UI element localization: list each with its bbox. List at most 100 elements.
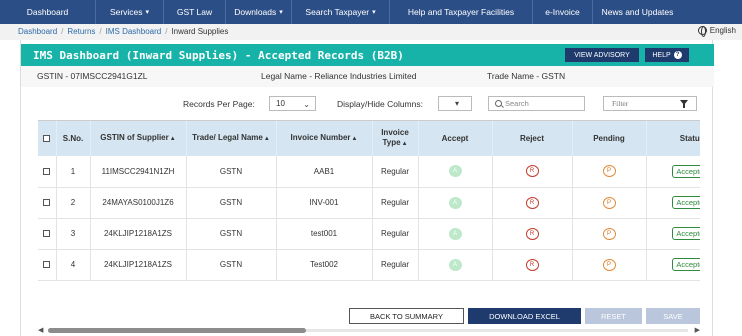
- cell-trade-name: GSTN: [186, 187, 277, 219]
- cell-pending: P: [572, 156, 647, 188]
- nav-label: Help and Taxpayer Facilities: [407, 7, 515, 17]
- cell-invoice-type: Regular: [372, 249, 419, 281]
- filter-input[interactable]: Filter: [603, 96, 697, 111]
- header-invoice-number[interactable]: Invoice Number▲: [276, 121, 373, 156]
- cell-reject: R: [492, 156, 573, 188]
- view-advisory-button[interactable]: VIEW ADVISORY: [565, 48, 639, 62]
- row-checkbox[interactable]: [43, 261, 51, 269]
- row-select-cell: [38, 218, 57, 250]
- search-input[interactable]: Search: [488, 96, 585, 111]
- cell-accept: A: [418, 156, 493, 188]
- select-all-header: [38, 121, 57, 156]
- save-button[interactable]: SAVE: [646, 308, 700, 324]
- breadcrumb-separator: /: [61, 27, 64, 36]
- search-icon: [495, 100, 502, 107]
- accept-radio[interactable]: A: [448, 258, 462, 271]
- nav-news-updates[interactable]: News and Updates: [593, 0, 682, 24]
- cell-gstin: 11IMSCC2941N1ZH: [90, 156, 187, 188]
- card-header: IMS Dashboard (Inward Supplies) - Accept…: [21, 44, 714, 66]
- reject-radio[interactable]: R: [525, 227, 539, 240]
- gstin-info: GSTIN - 07IMSCC2941G1ZL: [37, 71, 148, 81]
- accept-radio[interactable]: A: [448, 227, 462, 240]
- row-select-cell: [38, 156, 57, 188]
- pending-radio[interactable]: P: [602, 227, 616, 240]
- nav-downloads[interactable]: Downloads ▾: [226, 0, 292, 24]
- row-checkbox[interactable]: [43, 230, 51, 238]
- cell-trade-name: GSTN: [186, 249, 277, 281]
- nav-dashboard[interactable]: Dashboard: [0, 0, 96, 24]
- header-sno-label: S.No.: [62, 133, 84, 143]
- row-checkbox[interactable]: [43, 199, 51, 207]
- header-status: Status: [646, 121, 700, 156]
- records-per-page-value: 10: [276, 99, 285, 108]
- scrollbar-thumb[interactable]: [48, 328, 306, 333]
- header-gstin[interactable]: GSTIN of Supplier▲: [90, 121, 187, 156]
- pending-radio[interactable]: P: [602, 258, 616, 271]
- select-all-checkbox[interactable]: [43, 134, 51, 142]
- accept-radio[interactable]: A: [448, 165, 462, 178]
- reject-radio[interactable]: R: [525, 258, 539, 271]
- filter-icon: [680, 100, 688, 108]
- breadcrumb-dashboard[interactable]: Dashboard: [18, 27, 57, 36]
- nav-gst-law[interactable]: GST Law: [164, 0, 226, 24]
- records-table: S.No. GSTIN of Supplier▲ Trade/ Legal Na…: [38, 121, 700, 281]
- display-hide-columns-label: Display/Hide Columns:: [337, 99, 423, 109]
- cell-invoice-number: Test002: [276, 249, 373, 281]
- cell-gstin: 24MAYAS0100J1Z6: [90, 187, 187, 219]
- row-checkbox[interactable]: [43, 168, 51, 176]
- records-table-container: S.No. GSTIN of Supplier▲ Trade/ Legal Na…: [38, 120, 700, 320]
- globe-icon: [697, 26, 707, 37]
- breadcrumb-returns[interactable]: Returns: [67, 27, 95, 36]
- header-trade-name[interactable]: Trade/ Legal Name▲: [186, 121, 277, 156]
- back-to-summary-button[interactable]: BACK TO SUMMARY: [349, 308, 464, 324]
- header-invoice-label: Invoice Number: [290, 133, 351, 142]
- cell-accept: A: [418, 187, 493, 219]
- help-button[interactable]: HELP ?: [645, 48, 689, 62]
- cell-pending: P: [572, 187, 647, 219]
- cell-accept: A: [418, 249, 493, 281]
- reset-button[interactable]: RESET: [585, 308, 642, 324]
- horizontal-scrollbar[interactable]: ◀ ▶: [38, 324, 700, 336]
- scroll-right-icon[interactable]: ▶: [695, 326, 700, 334]
- nav-e-invoice[interactable]: e-Invoice: [533, 0, 593, 24]
- records-per-page-label: Records Per Page:: [183, 99, 255, 109]
- download-excel-button[interactable]: DOWNLOAD EXCEL: [468, 308, 581, 324]
- breadcrumb-ims-dashboard[interactable]: IMS Dashboard: [106, 27, 162, 36]
- scroll-left-icon[interactable]: ◀: [38, 326, 43, 334]
- status-badge: Accepted: [672, 164, 700, 178]
- nav-label: Services: [109, 7, 143, 17]
- cell-gstin: 24KLJIP1218A1ZS: [90, 218, 187, 250]
- cell-invoice-number: test001: [276, 218, 373, 250]
- cell-sno: 4: [56, 249, 91, 281]
- header-reject: Reject: [492, 121, 573, 156]
- records-per-page-select[interactable]: 10 ⌄: [269, 96, 316, 111]
- nav-services[interactable]: Services ▾: [96, 0, 164, 24]
- sort-icon: ▲: [401, 141, 408, 147]
- records-card: IMS Dashboard (Inward Supplies) - Accept…: [20, 40, 714, 336]
- pending-radio[interactable]: P: [602, 196, 616, 209]
- accept-radio[interactable]: A: [448, 196, 462, 209]
- breadcrumb-inward-supplies: Inward Supplies: [171, 27, 229, 36]
- display-hide-columns-select[interactable]: ▾: [438, 96, 472, 111]
- reject-radio[interactable]: R: [525, 165, 539, 178]
- caret-down-icon: ▾: [279, 9, 283, 16]
- nav-label: GST Law: [176, 7, 213, 17]
- cell-status: Accepted: [646, 156, 700, 188]
- reject-radio[interactable]: R: [525, 196, 539, 209]
- nav-label: Dashboard: [26, 7, 69, 17]
- header-accept-label: Accept: [441, 133, 469, 143]
- nav-label: e-Invoice: [545, 7, 580, 17]
- cell-invoice-number: INV-001: [276, 187, 373, 219]
- caret-down-icon: ▾: [145, 9, 150, 16]
- nav-search-taxpayer[interactable]: Search Taxpayer ▾: [292, 0, 390, 24]
- breadcrumb-separator: /: [165, 27, 168, 36]
- cell-reject: R: [492, 187, 573, 219]
- nav-help-facilities[interactable]: Help and Taxpayer Facilities: [390, 0, 533, 24]
- pending-radio[interactable]: P: [602, 165, 616, 178]
- header-invoice-type[interactable]: Invoice Type▲: [372, 121, 419, 156]
- cell-sno: 3: [56, 218, 91, 250]
- language-selector[interactable]: English: [697, 26, 736, 37]
- cell-status: Accepted: [646, 187, 700, 219]
- cell-pending: P: [572, 218, 647, 250]
- header-status-label: Status: [679, 133, 700, 143]
